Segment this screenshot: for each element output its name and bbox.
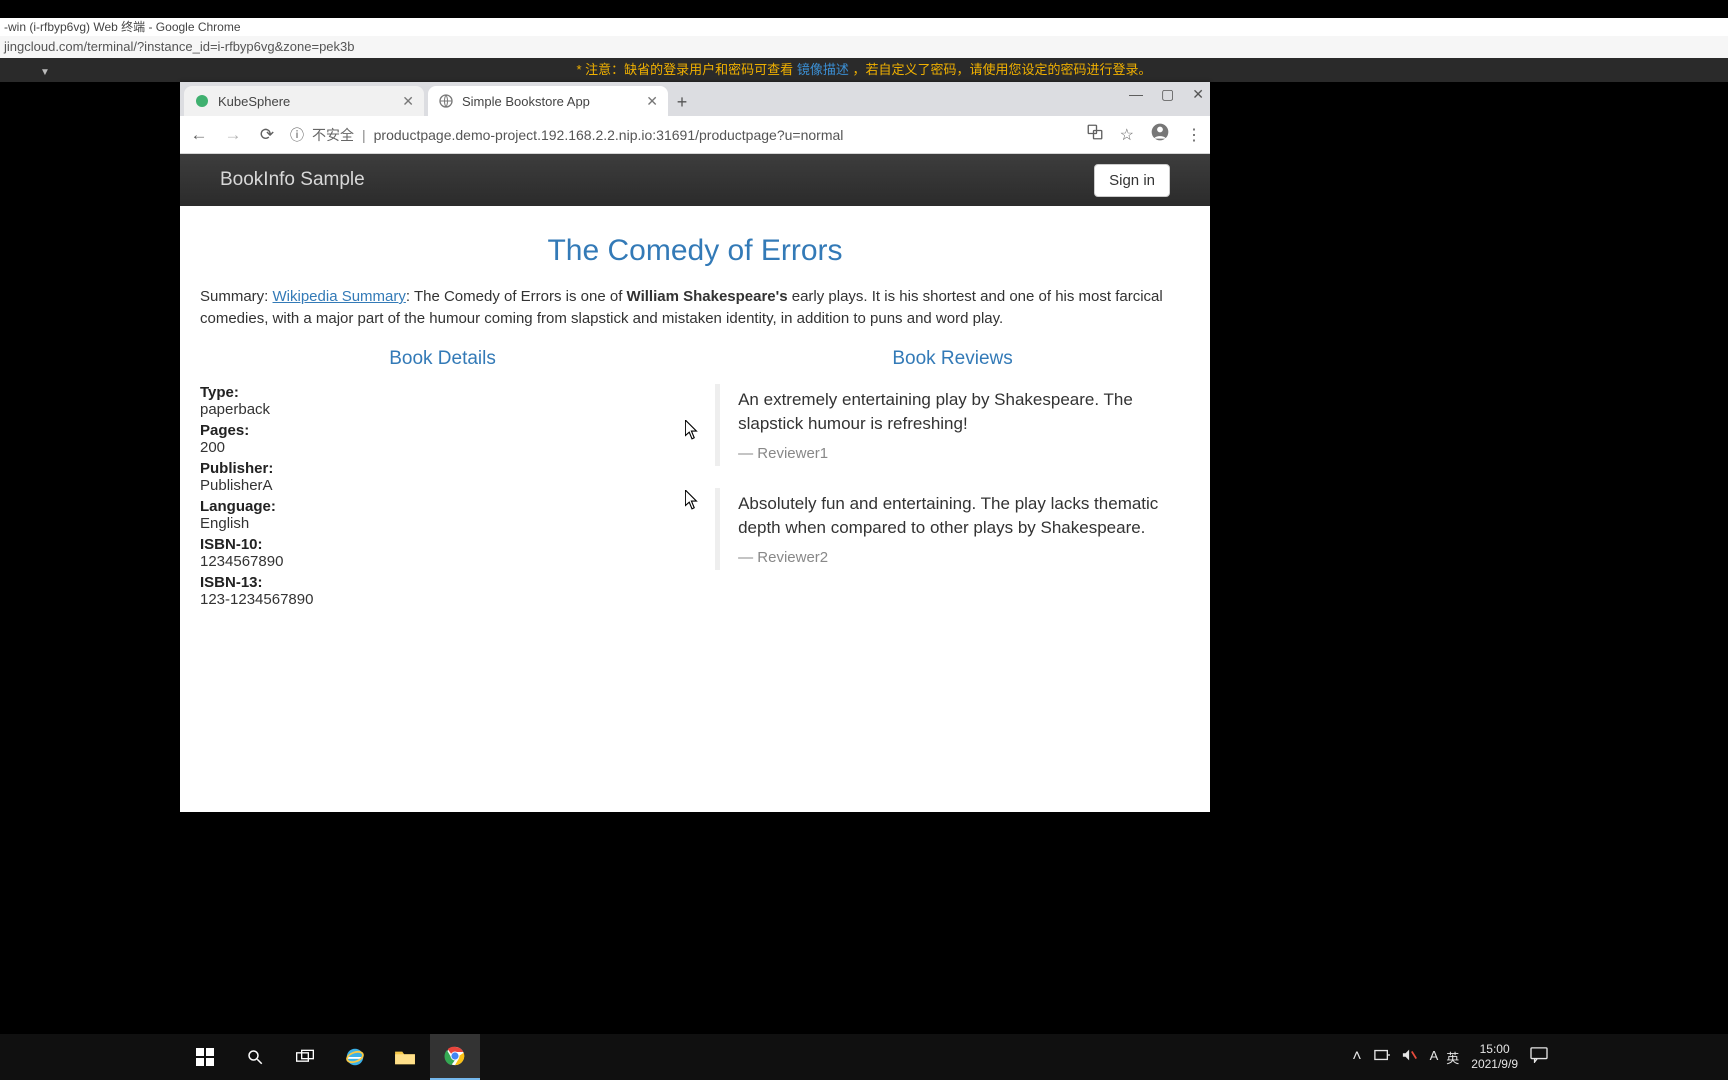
chrome-window: KubeSphere ✕ Simple Bookstore App ✕ + — … [180,82,1210,812]
notice-dropdown-icon[interactable]: ▼ [40,61,50,85]
internet-explorer-icon[interactable] [330,1034,380,1080]
action-center-icon[interactable] [1530,1047,1548,1068]
new-tab-button[interactable]: + [668,88,696,116]
back-button[interactable]: ← [188,125,210,145]
tab-label: Simple Bookstore App [462,94,590,109]
ime-indicator-2[interactable]: 英 [1446,1048,1459,1067]
page-title: The Comedy of Errors [200,234,1190,268]
notice-link[interactable]: 镜像描述 [797,62,849,77]
summary-text-pre: : The Comedy of Errors is one of [406,288,627,305]
details-list: Type: paperback Pages: 200 Publisher: Pu… [200,384,685,608]
forward-button[interactable]: → [222,125,244,145]
close-icon[interactable]: ✕ [402,93,414,110]
review-block: Absolutely fun and entertaining. The pla… [715,488,1190,570]
toolbar-right: ☆ ⋮ [1086,122,1202,147]
windows-taskbar: ˄ A 英 15:00 2021/9/9 [0,1034,1728,1080]
tab-strip: KubeSphere ✕ Simple Bookstore App ✕ + — … [180,82,1210,116]
review-text: Absolutely fun and entertaining. The pla… [738,492,1172,541]
reload-button[interactable]: ⟳ [256,125,278,145]
os-address-bar: jingcloud.com/terminal/?instance_id=i-rf… [0,36,1728,58]
close-button[interactable]: ✕ [1192,86,1204,103]
address-bar-row: ← → ⟳ ⓘ 不安全 | productpage.demo-project.1… [180,116,1210,154]
clock-date: 2021/9/9 [1471,1057,1518,1072]
url-box[interactable]: ⓘ 不安全 | productpage.demo-project.192.168… [290,125,1074,145]
page-content: The Comedy of Errors Summary: Wikipedia … [180,206,1210,638]
window-controls: — ▢ ✕ [1129,86,1204,103]
tab-kubesphere[interactable]: KubeSphere ✕ [184,86,424,116]
isbn13-value: 123-1234567890 [200,591,685,608]
type-value: paperback [200,401,685,418]
kubesphere-favicon-icon [194,93,210,109]
summary: Summary: Wikipedia Summary: The Comedy o… [200,286,1190,330]
wikipedia-link[interactable]: Wikipedia Summary [273,288,406,305]
language-value: English [200,515,685,532]
details-column: Book Details Type: paperback Pages: 200 … [200,348,685,610]
info-icon[interactable]: ⓘ [290,125,304,145]
pages-label: Pages: [200,422,685,439]
search-button[interactable] [230,1034,280,1080]
system-tray: ˄ A 英 15:00 2021/9/9 [1352,1042,1548,1072]
tray-chevron-icon[interactable]: ˄ [1352,1048,1361,1066]
taskbar-clock[interactable]: 15:00 2021/9/9 [1471,1042,1518,1072]
isbn13-label: ISBN-13: [200,574,685,591]
brand-title: BookInfo Sample [220,169,365,191]
type-label: Type: [200,384,685,401]
isbn10-label: ISBN-10: [200,536,685,553]
close-icon[interactable]: ✕ [646,93,658,110]
details-heading: Book Details [200,348,685,370]
menu-icon[interactable]: ⋮ [1186,125,1202,145]
summary-author: William Shakespeare's [627,288,788,305]
notice-text-suffix: ，若自定义了密码，请使用您设定的密码进行登录。 [852,62,1151,77]
reviews-heading: Book Reviews [715,348,1190,370]
language-label: Language: [200,498,685,515]
page-body: BookInfo Sample Sign in The Comedy of Er… [180,154,1210,812]
publisher-label: Publisher: [200,460,685,477]
sign-in-button[interactable]: Sign in [1094,164,1170,197]
reviewer-name: Reviewer1 [738,445,1172,462]
tray-volume-icon[interactable] [1402,1048,1418,1067]
task-view-button[interactable] [280,1034,330,1080]
reviewer-name: Reviewer2 [738,549,1172,566]
ime-indicator-1[interactable]: A [1430,1048,1439,1067]
notice-bar: ▼ * 注意：缺省的登录用户和密码可查看 镜像描述 ，若自定义了密码，请使用您设… [0,58,1728,82]
os-window-title: -win (i-rfbyp6vg) Web 终端 - Google Chrome [0,18,1728,36]
pages-value: 200 [200,439,685,456]
minimize-button[interactable]: — [1129,86,1143,103]
star-icon[interactable]: ☆ [1120,125,1134,145]
review-text: An extremely entertaining play by Shakes… [738,388,1172,437]
tab-label: KubeSphere [218,94,290,109]
profile-icon[interactable] [1150,122,1170,147]
notice-text-prefix: * 注意：缺省的登录用户和密码可查看 [577,62,797,77]
summary-label: Summary: [200,288,268,305]
start-button[interactable] [180,1034,230,1080]
clock-time: 15:00 [1471,1042,1518,1057]
app-navbar: BookInfo Sample Sign in [180,154,1210,206]
globe-favicon-icon [438,93,454,109]
page-url: productpage.demo-project.192.168.2.2.nip… [374,127,844,143]
file-explorer-icon[interactable] [380,1034,430,1080]
maximize-button[interactable]: ▢ [1161,86,1174,103]
insecure-label: 不安全 [312,125,354,145]
reviews-column: Book Reviews An extremely entertaining p… [715,348,1190,610]
tab-bookstore[interactable]: Simple Bookstore App ✕ [428,86,668,116]
tray-network-icon[interactable] [1374,1048,1390,1067]
publisher-value: PublisherA [200,477,685,494]
isbn10-value: 1234567890 [200,553,685,570]
chrome-taskbar-icon[interactable] [430,1034,480,1080]
translate-icon[interactable] [1086,123,1104,146]
review-block: An extremely entertaining play by Shakes… [715,384,1190,466]
